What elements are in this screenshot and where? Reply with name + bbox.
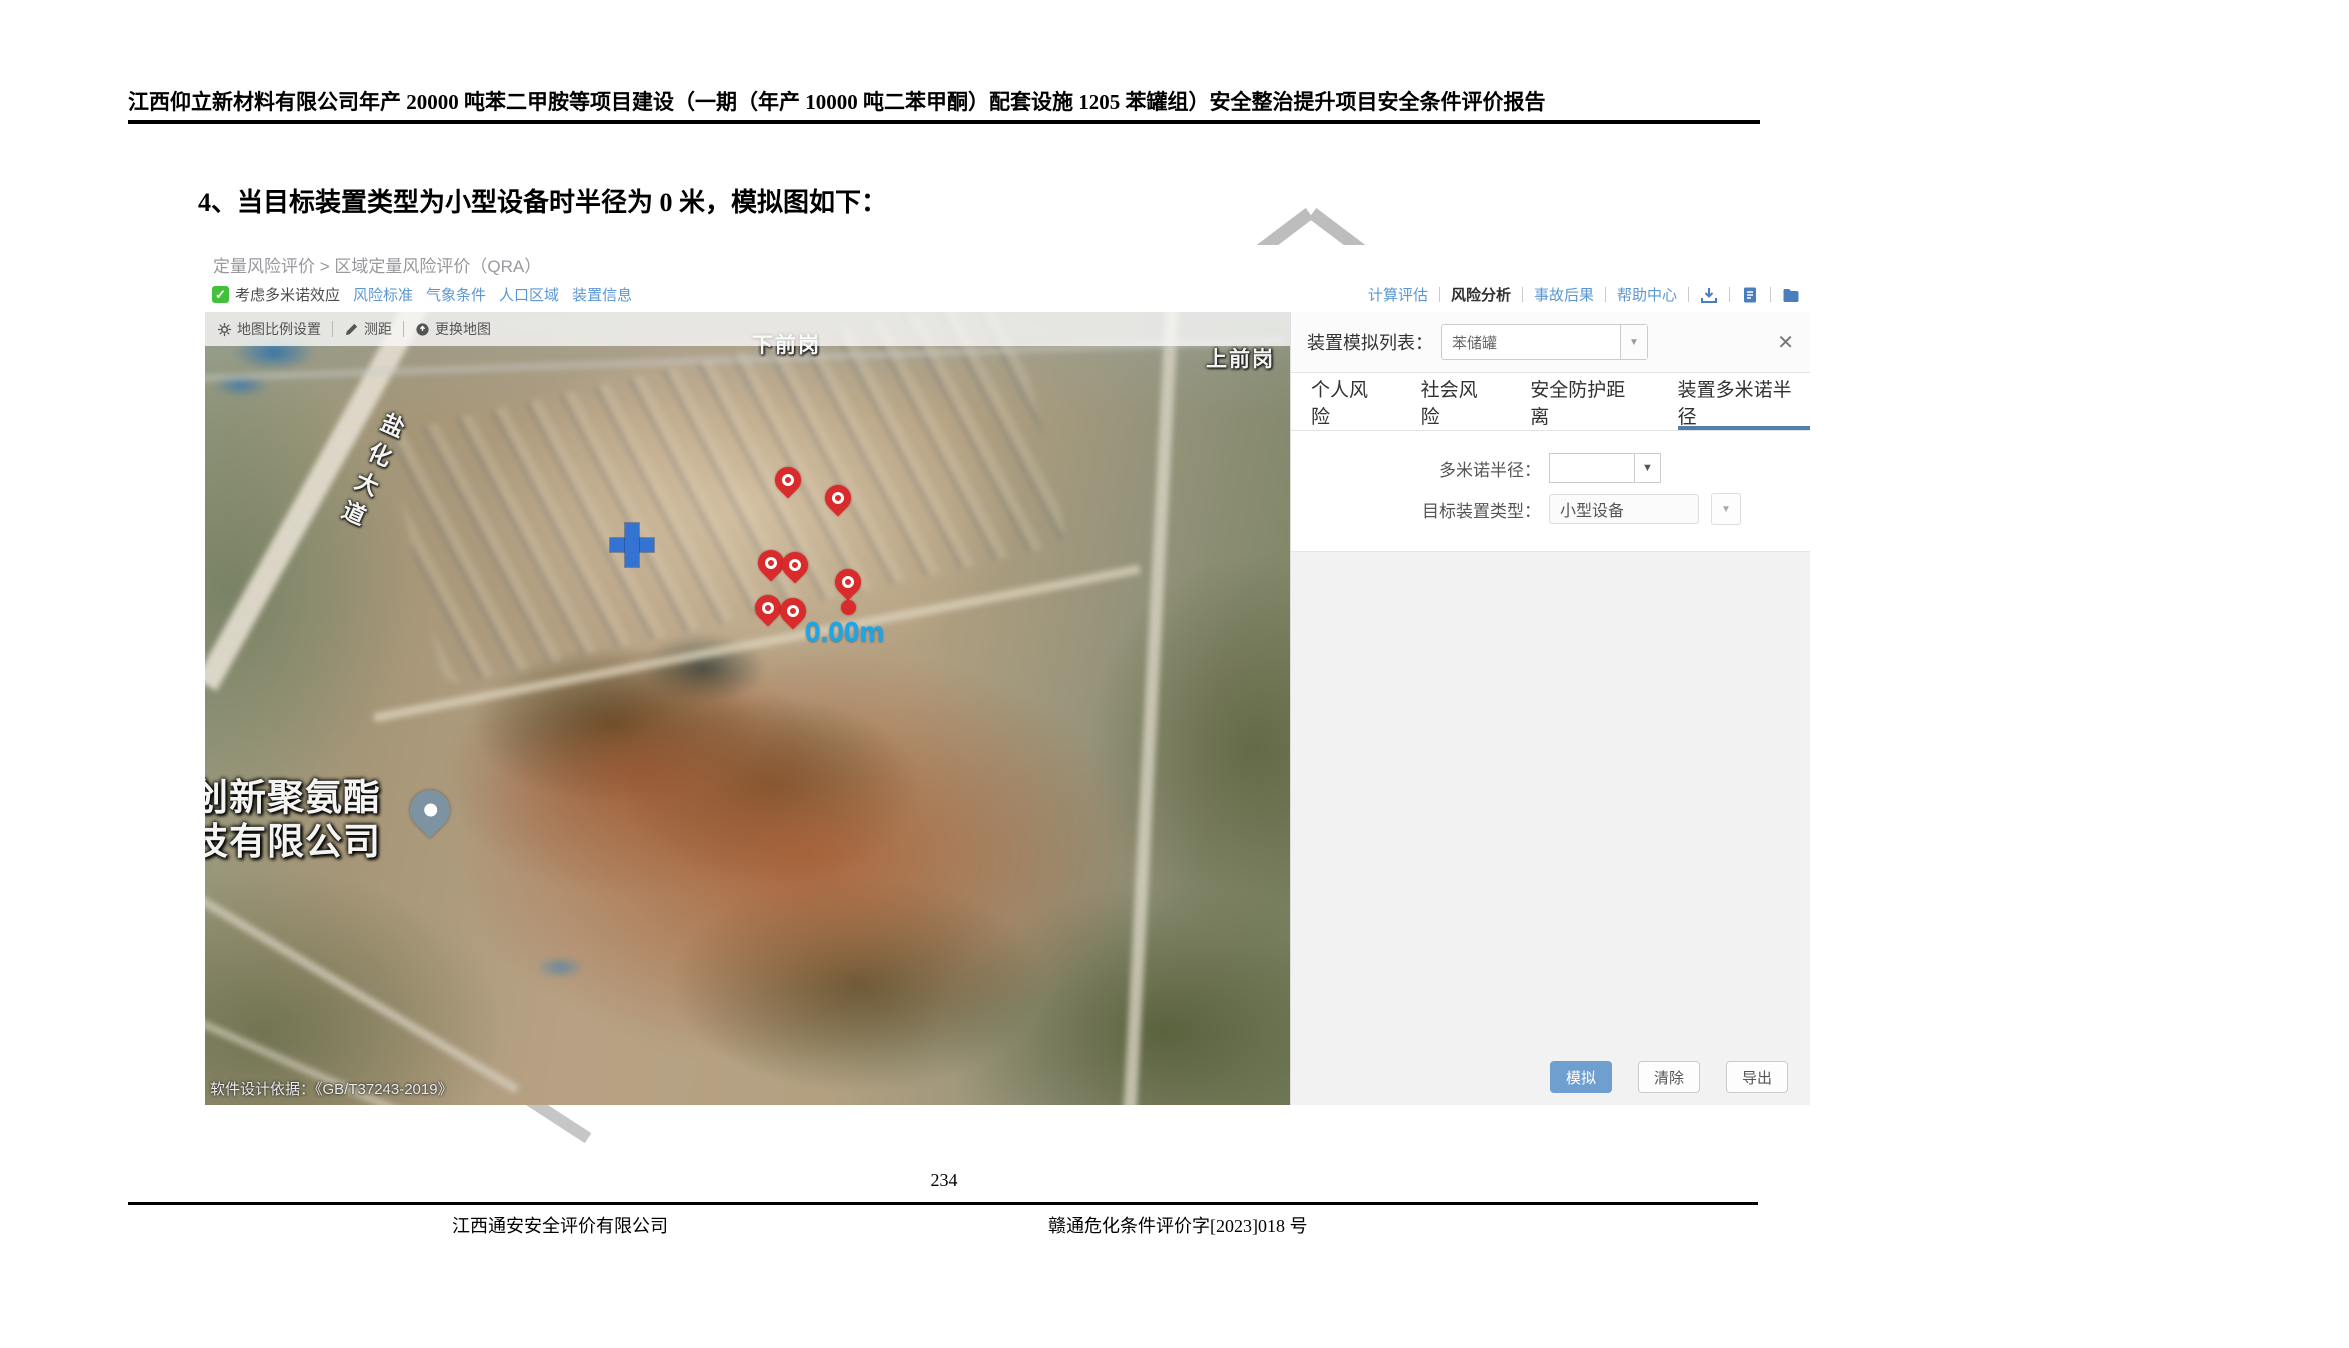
clear-button[interactable]: 清除: [1638, 1061, 1700, 1093]
options-row: ✓ 考虑多米诺效应 风险标准 气象条件 人口区域 装置信息: [212, 284, 632, 305]
top-toolbar: 计算评估 风险分析 事故后果 帮助中心: [1368, 284, 1800, 305]
page-number: 234: [128, 1170, 1760, 1191]
device-list-label: 装置模拟列表：: [1307, 329, 1433, 355]
footer-rule: [128, 1202, 1758, 1205]
satellite-imagery: [205, 312, 1290, 1105]
chevron-down-icon[interactable]: ▼: [1711, 493, 1741, 525]
header-rule: [128, 120, 1760, 124]
link-risk-standard[interactable]: 风险标准: [353, 284, 413, 305]
panel-header: 装置模拟列表： 苯储罐 ▼ ✕: [1291, 312, 1810, 373]
company-label-line2: 技有限公司: [205, 820, 381, 864]
map-control-separator: [403, 321, 404, 337]
folder-icon[interactable]: [1782, 286, 1800, 304]
domino-radius-select[interactable]: ▼: [1549, 453, 1661, 483]
export-button[interactable]: 导出: [1726, 1061, 1788, 1093]
change-basemap-button[interactable]: 更换地图: [415, 319, 491, 339]
target-type-selected-value: 小型设备: [1550, 497, 1698, 521]
domino-effect-checkbox-label: 考虑多米诺效应: [235, 284, 340, 305]
domino-radius-form: 多米诺半径： ▼ 目标装置类型： 小型设备 ▼: [1291, 431, 1810, 552]
domino-radius-value: 0.00m: [805, 616, 884, 648]
tab-personal-risk[interactable]: 个人风险: [1311, 373, 1387, 430]
target-type-field-label: 目标装置类型：: [1291, 497, 1541, 522]
gear-icon: [217, 322, 232, 337]
qra-app-screenshot: 定量风险评价 > 区域定量风险评价（QRA） ✓ 考虑多米诺效应 风险标准 气象…: [205, 245, 1810, 1105]
toolbar-separator: [1688, 287, 1689, 302]
toolbar-separator: [1729, 287, 1730, 302]
panel-action-buttons: 模拟 清除 导出: [1550, 1061, 1788, 1093]
toolbar-separator: [1605, 287, 1606, 302]
chevron-down-icon[interactable]: ▼: [1620, 325, 1647, 359]
link-weather-condition[interactable]: 气象条件: [426, 284, 486, 305]
panel-tabs: 个人风险 社会风险 安全防护距离 装置多米诺半径: [1291, 373, 1810, 431]
tab-safety-distance[interactable]: 安全防护距离: [1530, 373, 1643, 430]
map-attribution: 软件设计依据：《GB/T37243-2019》: [210, 1078, 453, 1099]
tab-social-risk[interactable]: 社会风险: [1421, 373, 1497, 430]
link-device-info[interactable]: 装置信息: [572, 284, 632, 305]
link-population-area[interactable]: 人口区域: [499, 284, 559, 305]
app-main-area: 地图比例设置 测距 更换地图 下前岗 上前岗 盐化大道 创新聚氨酯 技有限公司: [205, 312, 1810, 1105]
simulation-panel: 装置模拟列表： 苯储罐 ▼ ✕ 个人风险 社会风险 安全防护距离 装置多米诺半径…: [1290, 312, 1810, 1105]
place-label-shangqiangang: 上前岗: [1206, 343, 1275, 373]
domino-radius-field-label: 多米诺半径：: [1291, 456, 1541, 481]
change-basemap-label: 更换地图: [435, 319, 491, 339]
chevron-down-icon[interactable]: ▼: [1635, 453, 1661, 483]
pencil-icon: [344, 322, 359, 337]
device-list-select[interactable]: 苯储罐 ▼: [1441, 324, 1648, 360]
document-icon[interactable]: [1741, 286, 1759, 304]
target-type-select[interactable]: 小型设备: [1549, 494, 1699, 524]
domino-radius-selected-swatch: [1549, 453, 1635, 483]
map-scale-settings-button[interactable]: 地图比例设置: [217, 319, 321, 339]
form-row-domino-radius: 多米诺半径： ▼: [1291, 453, 1810, 483]
company-label: 创新聚氨酯 技有限公司: [205, 776, 381, 865]
domino-radius-dot: [841, 600, 856, 615]
form-row-target-type: 目标装置类型： 小型设备 ▼: [1291, 493, 1810, 525]
download-icon[interactable]: [1700, 286, 1718, 304]
footer-company: 江西通安安全评价有限公司: [452, 1212, 668, 1238]
section-heading: 4、当目标装置类型为小型设备时半径为 0 米，模拟图如下：: [198, 182, 887, 219]
toolbar-separator: [1770, 287, 1771, 302]
device-list-selected-value: 苯储罐: [1442, 332, 1620, 353]
map-scale-settings-label: 地图比例设置: [237, 319, 321, 339]
breadcrumb: 定量风险评价 > 区域定量风险评价（QRA）: [213, 252, 541, 277]
footer-certificate-number: 赣通危化条件评价字[2023]018 号: [1048, 1212, 1308, 1238]
company-label-line1: 创新聚氨酯: [205, 776, 381, 820]
toolbar-item-help-center[interactable]: 帮助中心: [1617, 284, 1677, 305]
measure-distance-button[interactable]: 测距: [344, 319, 392, 339]
satellite-map[interactable]: 地图比例设置 测距 更换地图 下前岗 上前岗 盐化大道 创新聚氨酯 技有限公司: [205, 312, 1290, 1105]
map-control-bar: 地图比例设置 测距 更换地图: [205, 312, 1290, 346]
tab-device-domino-radius[interactable]: 装置多米诺半径: [1678, 373, 1810, 430]
domino-effect-checkbox-group[interactable]: ✓ 考虑多米诺效应: [212, 284, 340, 305]
checkbox-checked-icon[interactable]: ✓: [212, 286, 229, 303]
swap-map-icon: [415, 322, 430, 337]
toolbar-item-risk-analysis[interactable]: 风险分析: [1451, 284, 1511, 305]
close-icon[interactable]: ✕: [1777, 330, 1794, 355]
toolbar-item-accident-consequence[interactable]: 事故后果: [1534, 284, 1594, 305]
measure-distance-label: 测距: [364, 319, 392, 339]
map-center-cross-icon: [609, 522, 655, 568]
toolbar-separator: [1522, 287, 1523, 302]
map-control-separator: [332, 321, 333, 337]
toolbar-separator: [1439, 287, 1440, 302]
toolbar-item-calc-evaluate[interactable]: 计算评估: [1368, 284, 1428, 305]
simulate-button[interactable]: 模拟: [1550, 1061, 1612, 1093]
document-header-title: 江西仰立新材料有限公司年产 20000 吨苯二甲胺等项目建设（一期（年产 100…: [128, 86, 1760, 116]
